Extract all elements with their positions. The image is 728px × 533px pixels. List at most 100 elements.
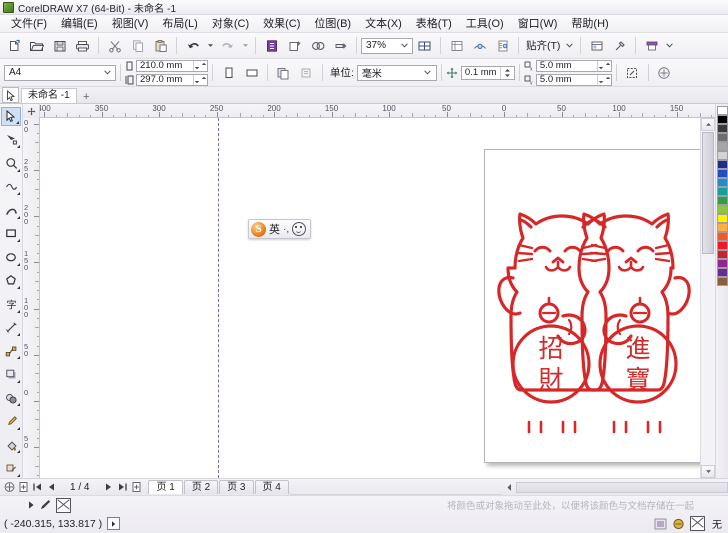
add-page-after-icon[interactable]	[129, 480, 143, 494]
grid-icon[interactable]	[446, 35, 467, 56]
polygon-tool[interactable]	[1, 271, 21, 290]
page-tab-1[interactable]: 页 1	[148, 480, 183, 494]
next-page-icon[interactable]	[101, 480, 115, 494]
units-combo[interactable]: 毫米	[356, 64, 437, 81]
menu-tools[interactable]: 工具(O)	[459, 14, 511, 33]
first-page-icon[interactable]	[30, 480, 44, 494]
no-fill-swatch[interactable]	[56, 497, 71, 513]
palette-swatch[interactable]	[716, 160, 728, 169]
new-page-icon[interactable]	[3, 35, 24, 56]
palette-swatch[interactable]	[716, 151, 728, 160]
menu-window[interactable]: 窗口(W)	[511, 14, 565, 33]
rectangle-tool[interactable]	[1, 224, 21, 243]
menu-file[interactable]: 文件(F)	[4, 14, 54, 33]
nudge-distance-field[interactable]: 0.1 mm	[460, 65, 515, 80]
palette-swatch[interactable]	[716, 187, 728, 196]
scissors-icon[interactable]	[104, 35, 125, 56]
palette-swatch[interactable]	[716, 169, 728, 178]
palette-swatch[interactable]	[716, 196, 728, 205]
guides-icon[interactable]	[469, 35, 490, 56]
fill-color-status-icon[interactable]	[654, 518, 667, 530]
document-tab-untitled-1[interactable]: 未命名 -1	[21, 88, 77, 103]
page-tab-2[interactable]: 页 2	[183, 480, 219, 494]
duplicate-x-spinner[interactable]	[596, 60, 611, 71]
palette-swatch[interactable]	[716, 133, 728, 142]
outline-color-status-icon[interactable]	[672, 518, 685, 530]
palette-swatch[interactable]	[716, 106, 728, 115]
menu-text[interactable]: 文本(X)	[358, 14, 409, 33]
duplicate-y-spinner[interactable]	[596, 74, 611, 85]
previous-page-icon[interactable]	[44, 480, 58, 494]
interactive-fill-tool[interactable]	[1, 436, 21, 455]
horizontal-ruler[interactable]: 40035030025020015010050050100150200	[40, 104, 715, 118]
drawing-canvas[interactable]: 招 財 進 寶 S 英 ·,	[40, 118, 700, 478]
fullscreen-icon[interactable]	[414, 35, 435, 56]
menu-layout[interactable]: 布局(L)	[155, 14, 204, 33]
transparency-tool[interactable]	[1, 389, 21, 408]
ellipse-tool[interactable]	[1, 248, 21, 267]
copy-icon[interactable]	[127, 35, 148, 56]
palette-swatch[interactable]	[716, 214, 728, 223]
ime-floating-bar[interactable]: S 英 ·,	[248, 219, 312, 239]
landscape-icon[interactable]	[241, 62, 262, 83]
smiley-icon[interactable]	[292, 222, 307, 236]
import-icon[interactable]	[261, 35, 282, 56]
pick-tool[interactable]	[1, 107, 21, 126]
page-tab-3[interactable]: 页 3	[219, 480, 254, 494]
paper-type-combo[interactable]: A4	[4, 64, 116, 81]
add-page-before-icon[interactable]	[16, 480, 30, 494]
vertical-scroll-thumb[interactable]	[702, 132, 714, 254]
menu-view[interactable]: 视图(V)	[105, 14, 156, 33]
vertical-guide[interactable]	[218, 118, 219, 478]
document-page[interactable]: 招 財 進 寶	[484, 149, 700, 463]
scroll-down-button[interactable]	[701, 465, 715, 478]
outline-none-swatch[interactable]	[690, 516, 705, 531]
color-eyedropper-tool[interactable]	[1, 412, 21, 431]
last-page-icon[interactable]	[115, 480, 129, 494]
color-palette-strip[interactable]	[715, 104, 728, 478]
nudge-spinner[interactable]	[499, 66, 514, 79]
smart-fill-tool[interactable]	[1, 459, 21, 478]
ruler-icon[interactable]	[492, 35, 513, 56]
horizontal-scrollbar[interactable]	[502, 480, 728, 494]
folder-open-icon[interactable]	[26, 35, 47, 56]
palette-swatch[interactable]	[716, 223, 728, 232]
snap-dropdown-arrow-icon[interactable]	[564, 35, 575, 56]
drop-shadow-tool[interactable]	[1, 365, 21, 384]
menu-effects[interactable]: 效果(C)	[256, 14, 307, 33]
add-document-tab-icon[interactable]: +	[79, 90, 94, 103]
duplicate-y-field[interactable]: 5.0 mm	[535, 73, 612, 86]
menu-bitmaps[interactable]: 位图(B)	[307, 14, 358, 33]
palette-swatch[interactable]	[716, 205, 728, 214]
palette-swatch[interactable]	[716, 259, 728, 268]
palette-swatch[interactable]	[716, 115, 728, 124]
menu-table[interactable]: 表格(T)	[409, 14, 459, 33]
page-tab-4[interactable]: 页 4	[254, 480, 289, 494]
ruler-origin-corner[interactable]	[23, 104, 40, 119]
paste-icon[interactable]	[150, 35, 171, 56]
floppy-disk-icon[interactable]	[49, 35, 70, 56]
page-width-field[interactable]: 210.0 mm	[136, 59, 208, 72]
freehand-tool[interactable]	[1, 178, 21, 197]
outline-pen-icon[interactable]	[38, 498, 52, 512]
portrait-icon[interactable]	[218, 62, 239, 83]
fill-color-arrow-icon[interactable]	[24, 498, 38, 512]
duplicate-x-field[interactable]: 5.0 mm	[535, 59, 612, 72]
ime-mode-label[interactable]: 英	[269, 221, 280, 237]
menu-help[interactable]: 帮助(H)	[564, 14, 615, 33]
vertical-scroll-track[interactable]	[701, 131, 715, 465]
vertical-scrollbar[interactable]	[700, 118, 715, 478]
page-height-field[interactable]: 297.0 mm	[136, 73, 208, 86]
text-tool[interactable]: 字	[1, 295, 21, 314]
zoom-tool[interactable]	[1, 154, 21, 173]
palette-swatch[interactable]	[716, 232, 728, 241]
straight-line-connector-tool[interactable]	[1, 342, 21, 361]
redo-dropdown-arrow-icon[interactable]	[240, 35, 250, 56]
printer-icon[interactable]	[72, 35, 93, 56]
palette-swatch[interactable]	[716, 250, 728, 259]
undo-dropdown-arrow-icon[interactable]	[205, 35, 215, 56]
page-options-icon[interactable]	[2, 480, 16, 494]
status-expand-icon[interactable]	[107, 517, 121, 530]
launcher-icon[interactable]	[330, 35, 351, 56]
workspace-dropdown-arrow-icon[interactable]	[664, 35, 675, 56]
